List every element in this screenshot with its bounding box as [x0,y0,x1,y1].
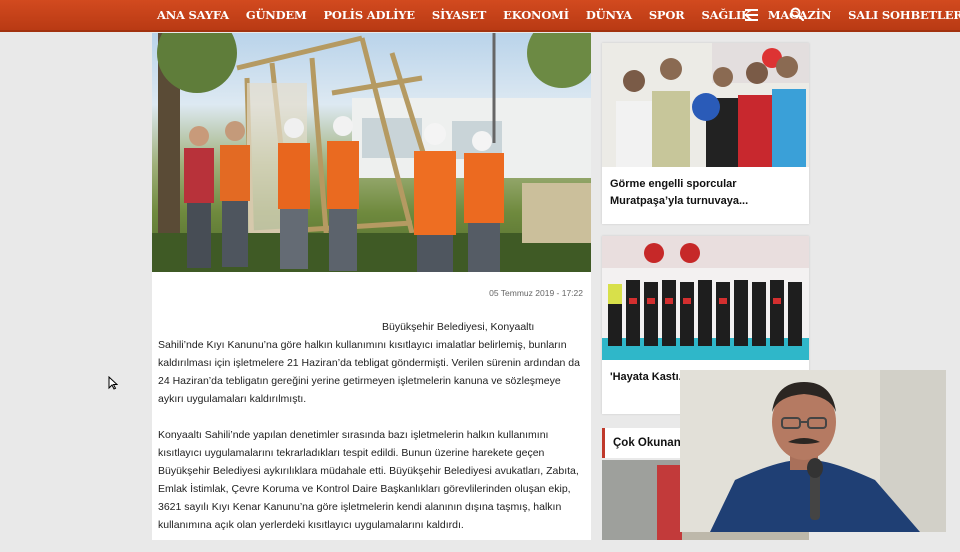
article-body: Büyükşehir Belediyesi, Konyaaltı Sahili’n… [158,318,582,552]
nav-item-ekonomi[interactable]: EKONOMİ [503,8,569,22]
article-content: 05 Temmuz 2019 - 17:22 Büyükşehir Beledi… [152,272,591,540]
news-card-photo [602,236,809,360]
most-read-title: Çok Okunan [613,437,681,449]
article-paragraph-1-rest: Sahili’nde Kıyı Kanunu’na göre halkın ku… [158,339,580,405]
nav-item-gundem[interactable]: GÜNDEM [246,8,307,22]
webcam-video-overlay [680,370,946,532]
article-date: 05 Temmuz 2019 - 17:22 [489,288,583,298]
article-paragraph-1-start: Büyükşehir Belediyesi, Konyaaltı [382,321,535,333]
article-hero-photo [152,33,591,272]
mouse-cursor-icon [108,376,118,390]
search-icon[interactable] [790,7,804,21]
nav-item-ana-sayfa[interactable]: ANA SAYFA [157,8,229,22]
nav-menu: ANA SAYFA GÜNDEM POLİS ADLİYE SİYASET EK… [157,0,960,30]
top-navigation-bar: ANA SAYFA GÜNDEM POLİS ADLİYE SİYASET EK… [0,0,960,32]
news-card-photo [602,43,809,167]
article-paragraph-2: Konyaaltı Sahili’nde yapılan denetimler … [158,429,579,531]
nav-item-spor[interactable]: SPOR [649,8,685,22]
nav-item-siyaset[interactable]: SİYASET [432,8,487,22]
hamburger-menu-icon[interactable] [745,9,758,21]
sidebar-news-card[interactable]: Görme engelli sporcular Muratpaşa’yla tu… [602,43,809,224]
nav-item-dunya[interactable]: DÜNYA [586,8,632,22]
nav-item-sali-sohbetleri[interactable]: SALI SOHBETLERİ [848,8,960,22]
nav-item-saglik[interactable]: SAĞLIK [702,8,752,22]
nav-item-polis-adliye[interactable]: POLİS ADLİYE [323,8,415,22]
news-card-title[interactable]: Görme engelli sporcular Muratpaşa’yla tu… [602,167,809,210]
article-paragraph-1: Büyükşehir Belediyesi, Konyaaltı Sahili’n… [158,318,582,408]
